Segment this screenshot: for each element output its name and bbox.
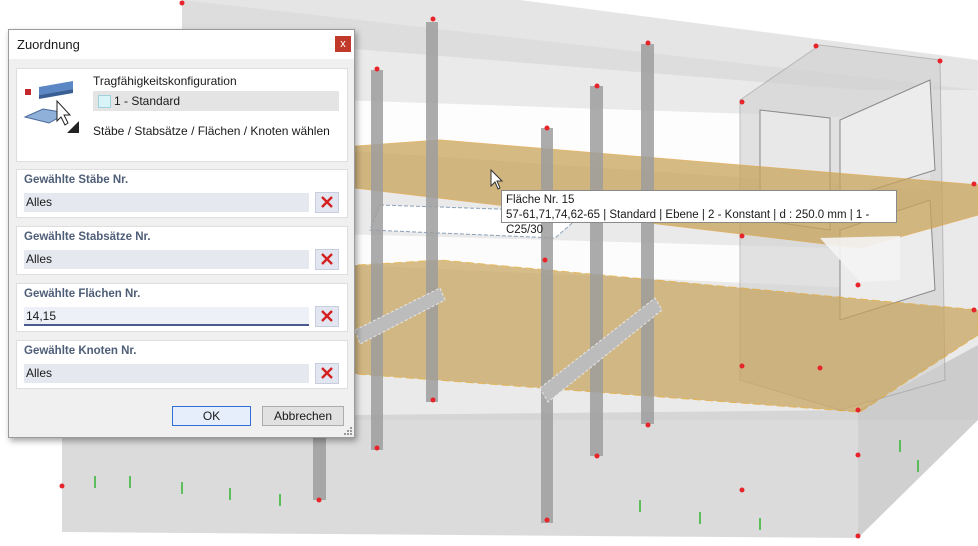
selected-surfaces-section: Gewählte Flächen Nr. 14,15 [16, 283, 348, 332]
dialog-title: Zuordnung [17, 37, 80, 52]
clear-member-sets-button[interactable] [315, 249, 339, 270]
selected-members-label: Gewählte Stäbe Nr. [24, 174, 129, 186]
tooltip-details: 57-61,71,74,62-65 | Standard | Ebene | 2… [506, 209, 870, 236]
clear-x-icon [321, 310, 333, 322]
configuration-panel: Tragfähigkeitskonfiguration 1 - Standard… [16, 68, 348, 162]
assignment-dialog: Zuordnung x Tragfähigkeitskonfiguration … [8, 29, 355, 438]
configuration-value: 1 - Standard [114, 94, 181, 108]
selected-surfaces-input[interactable]: 14,15 [24, 307, 309, 326]
close-button[interactable]: x [335, 36, 351, 52]
cancel-button[interactable]: Abbrechen [262, 406, 344, 426]
clear-surfaces-button[interactable] [315, 306, 339, 327]
tooltip-title: Fläche Nr. 15 [506, 194, 575, 206]
selected-members-input[interactable]: Alles [24, 193, 309, 212]
selected-nodes-section: Gewählte Knoten Nr. Alles [16, 340, 348, 389]
member-surface-selection-icon [23, 81, 79, 133]
surface-tooltip: Fläche Nr. 15 57-61,71,74,62-65 | Standa… [501, 190, 897, 236]
clear-nodes-button[interactable] [315, 363, 339, 384]
selected-surfaces-label: Gewählte Flächen Nr. [24, 288, 141, 300]
ok-button[interactable]: OK [172, 406, 251, 426]
resize-grip-icon[interactable] [344, 427, 352, 435]
dialog-titlebar[interactable]: Zuordnung x [9, 30, 354, 59]
clear-members-button[interactable] [315, 192, 339, 213]
selected-nodes-label: Gewählte Knoten Nr. [24, 345, 137, 357]
configuration-label: Tragfähigkeitskonfiguration [93, 74, 237, 88]
selected-members-section: Gewählte Stäbe Nr. Alles [16, 169, 348, 218]
selected-member-sets-label: Gewählte Stabsätze Nr. [24, 231, 151, 243]
selected-nodes-input[interactable]: Alles [24, 364, 309, 383]
clear-x-icon [321, 253, 333, 265]
selected-member-sets-section: Gewählte Stabsätze Nr. Alles [16, 226, 348, 275]
selected-member-sets-input[interactable]: Alles [24, 250, 309, 269]
clear-x-icon [321, 367, 333, 379]
configuration-color-swatch [98, 95, 111, 108]
selection-hint: Stäbe / Stabsätze / Flächen / Knoten wäh… [93, 124, 330, 138]
configuration-select[interactable]: 1 - Standard [93, 91, 339, 111]
clear-x-icon [321, 196, 333, 208]
